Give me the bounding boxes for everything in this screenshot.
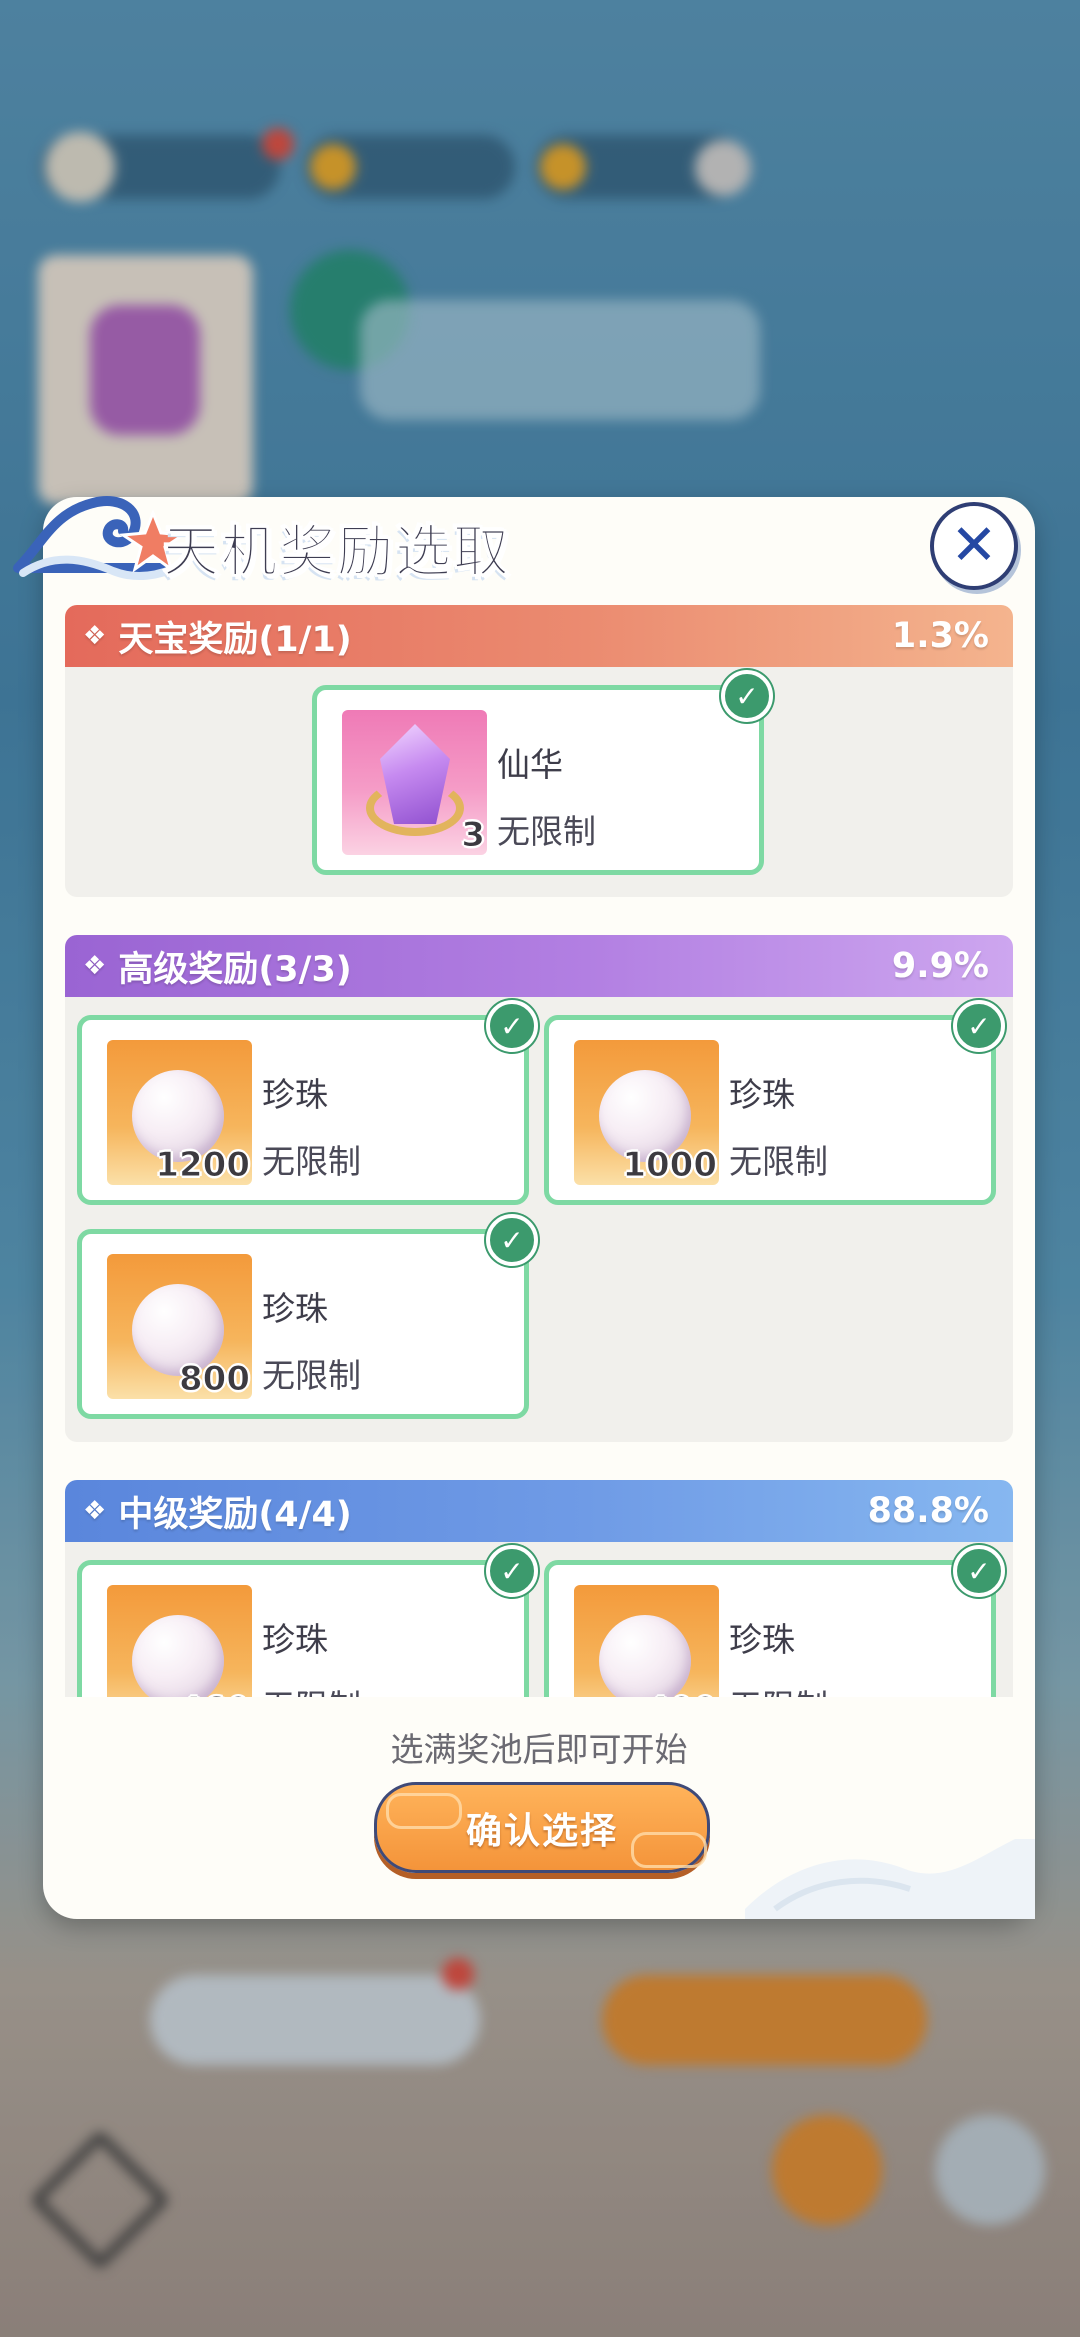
section-title: 高级奖励(3/3) [118,949,352,990]
item-name: 仙华 [497,745,563,784]
item-quantity: 3 [461,815,486,856]
item-limit: 无限制 [729,1680,828,1697]
section-body: 460 珍珠 无限制 ✓ 400 珍珠 无限制 ✓ [65,1542,1013,1697]
item-name: 珍珠 [729,1620,795,1659]
item-name: 珍珠 [729,1075,795,1114]
cloud-icon [631,1832,707,1868]
pearl-icon [599,1615,691,1697]
item-quantity: 400 [646,1690,718,1698]
pearl-icon [132,1615,224,1697]
reward-item[interactable]: 460 珍珠 无限制 ✓ [77,1545,538,1697]
diamond-bullet-icon: ❖ [83,951,107,981]
item-name: 珍珠 [262,1289,328,1328]
section-header: ❖ 天宝奖励(1/1) 1.3% [65,605,1013,667]
close-icon: ✕ [950,513,998,578]
section-title: 天宝奖励(1/1) [118,619,352,660]
item-name: 珍珠 [262,1620,328,1659]
item-thumbnail: 800 [107,1254,252,1400]
item-limit: 无限制 [262,1142,361,1181]
diamond-bullet-icon: ❖ [83,621,107,651]
check-icon: ✓ [953,1000,1005,1052]
reward-scroll-list[interactable]: ❖ 天宝奖励(1/1) 1.3% 3 仙华 无限制 ✓ ❖ 高级奖励(3/3) … [65,605,1013,1697]
dialog-title: 天机奖励选取 [163,520,511,586]
section-rate: 88.8% [867,1491,989,1531]
reward-item[interactable]: 1000 珍珠 无限制 ✓ [544,1000,1005,1205]
section-title: 中级奖励(4/4) [118,1494,352,1535]
reward-item[interactable]: 3 仙华 无限制 ✓ [312,670,773,875]
reward-selection-dialog: 天机奖励选取 ✕ ❖ 天宝奖励(1/1) 1.3% 3 仙华 无限制 ✓ ❖ 高… [13,496,1035,1919]
check-icon: ✓ [486,1000,538,1052]
item-thumbnail: 460 [107,1585,252,1697]
section-rate: 9.9% [891,946,989,986]
section-intermediate: ❖ 中级奖励(4/4) 88.8% 460 珍珠 无限制 ✓ 400 [65,1480,1013,1697]
item-limit: 无限制 [729,1142,828,1181]
item-thumbnail: 3 [342,710,487,856]
item-limit: 无限制 [262,1356,361,1395]
reward-item[interactable]: 400 珍珠 无限制 ✓ [544,1545,1005,1697]
item-limit: 无限制 [497,812,596,851]
item-name: 珍珠 [262,1075,328,1114]
section-header: ❖ 中级奖励(4/4) 88.8% [65,1480,1013,1542]
check-icon: ✓ [721,670,773,722]
item-thumbnail: 400 [574,1585,719,1697]
wave-decoration-icon [745,1839,1035,1919]
section-rate: 1.3% [891,616,989,656]
diamond-bullet-icon: ❖ [83,1496,107,1526]
item-thumbnail: 1000 [574,1040,719,1186]
section-advanced: ❖ 高级奖励(3/3) 9.9% 1200 珍珠 无限制 ✓ 1000 珍珠 无… [65,935,1013,1442]
section-tianbao: ❖ 天宝奖励(1/1) 1.3% 3 仙华 无限制 ✓ [65,605,1013,897]
section-header: ❖ 高级奖励(3/3) 9.9% [65,935,1013,997]
close-button[interactable]: ✕ [930,502,1018,590]
section-body: 3 仙华 无限制 ✓ [65,667,1013,897]
item-limit: 无限制 [262,1680,361,1697]
pool-hint-text: 选满奖池后即可开始 [390,1730,688,1769]
reward-item[interactable]: 800 珍珠 无限制 ✓ [77,1214,538,1419]
check-icon: ✓ [486,1545,538,1597]
cloud-icon [386,1793,462,1829]
item-thumbnail: 1200 [107,1040,252,1186]
item-quantity: 1000 [622,1145,718,1186]
section-body: 1200 珍珠 无限制 ✓ 1000 珍珠 无限制 ✓ 800 珍珠 无限制 ✓ [65,997,1013,1442]
item-quantity: 800 [179,1359,251,1400]
check-icon: ✓ [953,1545,1005,1597]
check-icon: ✓ [486,1214,538,1266]
item-quantity: 1200 [155,1145,251,1186]
item-quantity: 460 [179,1690,251,1698]
reward-item[interactable]: 1200 珍珠 无限制 ✓ [77,1000,538,1205]
